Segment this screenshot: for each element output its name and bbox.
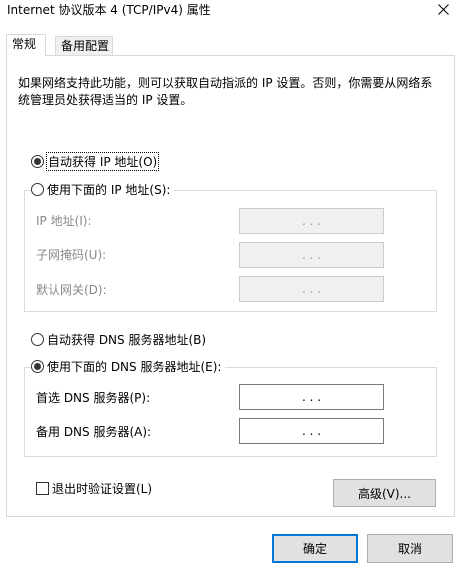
cancel-button-label: 取消 [397, 542, 422, 556]
auto-ip-label: 自动获得 IP 地址(O) [45, 152, 160, 171]
ok-button[interactable]: 确定 [272, 534, 358, 563]
manual-ip-radio[interactable] [31, 183, 44, 196]
auto-dns-radio[interactable] [31, 333, 44, 346]
alternate-dns-input[interactable]: . . . [239, 418, 384, 444]
default-gateway-input[interactable]: . . . [239, 276, 384, 302]
auto-dns-option[interactable]: 自动获得 DNS 服务器地址(B) [31, 331, 211, 348]
close-button[interactable] [426, 0, 461, 22]
tab-divider [6, 55, 455, 56]
default-gateway-dots: . . . [301, 282, 322, 296]
auto-dns-label: 自动获得 DNS 服务器地址(B) [47, 333, 207, 347]
alternate-dns-dots: . . . [301, 424, 322, 438]
tab-alternate-config[interactable]: 备用配置 [55, 36, 113, 56]
validate-on-exit-label: 退出时验证设置(L) [52, 482, 153, 496]
subnet-mask-dots: . . . [301, 248, 322, 262]
tab-general[interactable]: 常规 [6, 34, 46, 56]
auto-ip-radio[interactable] [31, 155, 44, 168]
default-gateway-label: 默认网关(D): [36, 283, 107, 297]
tab-general-label: 常规 [12, 37, 37, 51]
preferred-dns-label: 首选 DNS 服务器(P): [36, 391, 151, 405]
close-icon [438, 4, 449, 18]
description-text: 如果网络支持此功能，则可以获取自动指派的 IP 设置。否则，你需要从网络系统管理… [18, 76, 433, 107]
ip-address-label: IP 地址(I): [36, 214, 92, 228]
ip-address-dots: . . . [301, 214, 322, 228]
ok-button-label: 确定 [302, 542, 327, 556]
subnet-mask-input[interactable]: . . . [239, 242, 384, 268]
advanced-button[interactable]: 高级(V)... [333, 479, 436, 507]
cancel-button[interactable]: 取消 [367, 534, 453, 563]
advanced-button-label: 高级(V)... [357, 486, 412, 501]
tab-alternate-config-label: 备用配置 [61, 39, 110, 53]
subnet-mask-label: 子网掩码(U): [36, 248, 107, 262]
manual-dns-option[interactable]: 使用下面的 DNS 服务器地址(E): [31, 358, 226, 375]
manual-dns-label: 使用下面的 DNS 服务器地址(E): [47, 360, 222, 374]
preferred-dns-dots: . . . [301, 390, 322, 404]
window-title: Internet 协议版本 4 (TCP/IPv4) 属性 [7, 3, 211, 17]
validate-on-exit-option[interactable]: 退出时验证设置(L) [36, 480, 157, 497]
ip-address-input[interactable]: . . . [239, 208, 384, 234]
preferred-dns-input[interactable]: . . . [239, 384, 384, 410]
manual-ip-option[interactable]: 使用下面的 IP 地址(S): [31, 181, 175, 198]
alternate-dns-label: 备用 DNS 服务器(A): [36, 425, 152, 439]
validate-on-exit-checkbox[interactable] [36, 482, 49, 495]
manual-ip-label: 使用下面的 IP 地址(S): [47, 183, 171, 197]
manual-dns-radio[interactable] [31, 360, 44, 373]
auto-ip-option[interactable]: 自动获得 IP 地址(O) [31, 152, 163, 171]
